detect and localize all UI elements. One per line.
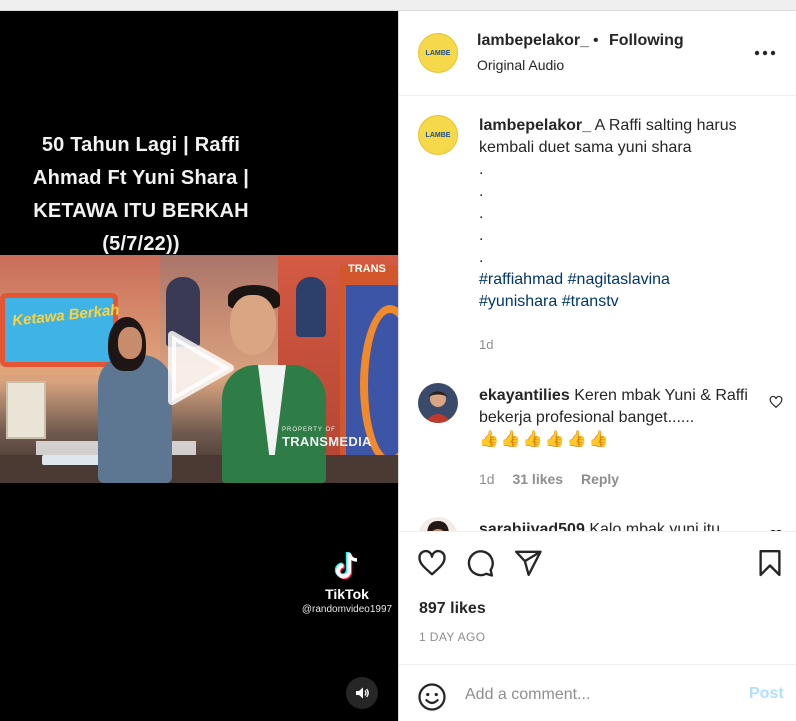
scene-background-person (296, 277, 326, 337)
more-options-icon[interactable] (753, 47, 777, 59)
avatar-text: LAMBE (425, 49, 451, 57)
caption-dot: . (479, 227, 484, 244)
video-title-line: KETAWA ITU BERKAH (33, 200, 249, 222)
scene-watermark: PROPERTY OF TRANSMEDIA (282, 427, 372, 449)
caption-hashtags[interactable]: #raffiahmad #nagitaslavina (479, 269, 769, 291)
comment-username[interactable]: sarahjiyad509 (479, 521, 585, 531)
tiktok-label: TikTok (325, 586, 369, 602)
video-title-overlay: 50 Tahun Lagi | Raffi Ahmad Ft Yuni Shar… (0, 129, 282, 261)
avatar[interactable] (418, 383, 458, 423)
following-button[interactable]: Following (609, 32, 684, 50)
comment-text: Kalo mbak yuni itu (589, 521, 721, 531)
add-comment-bar: Post (399, 664, 796, 721)
likes-count[interactable]: 897 likes (419, 600, 486, 618)
comment-text-block: sarahjiyad509 Kalo mbak yuni itu (479, 519, 749, 531)
caption-hashtags[interactable]: #yunishara #transtv (479, 291, 769, 313)
caption-dot: . (479, 205, 484, 222)
caption-timestamp: 1d (479, 337, 494, 352)
speaker-icon[interactable] (346, 677, 378, 709)
scene-channel-logo: TRANS (348, 263, 386, 275)
comment-username[interactable]: ekayantilies (479, 387, 570, 404)
comment-input[interactable] (465, 679, 735, 711)
play-icon[interactable] (166, 329, 236, 407)
bookmark-icon[interactable] (755, 548, 785, 578)
caption-dot: . (479, 183, 484, 200)
avatar[interactable]: LAMBE (418, 115, 458, 155)
header-separator: • (593, 32, 599, 49)
heart-icon[interactable] (417, 548, 447, 578)
post-header: LAMBE lambepelakor_ • Following Original… (399, 11, 796, 96)
scene-woman-face (118, 327, 142, 359)
avatar[interactable]: LAMBE (418, 33, 458, 73)
comment-icon[interactable] (465, 548, 495, 578)
comments-scroll-area[interactable]: LAMBE lambepelakor_ A Raffi salting haru… (399, 97, 796, 531)
heart-icon[interactable] (769, 395, 783, 409)
tiktok-logo-icon (334, 552, 358, 580)
caption-dots: . . . . . (479, 159, 769, 269)
avatar[interactable] (418, 517, 458, 531)
original-audio-link[interactable]: Original Audio (477, 57, 564, 73)
share-icon[interactable] (513, 548, 543, 578)
video-player[interactable]: 50 Tahun Lagi | Raffi Ahmad Ft Yuni Shar… (0, 11, 398, 721)
comment-timestamp: 1d (479, 471, 495, 487)
reply-button[interactable]: Reply (581, 471, 619, 487)
tiktok-username: @randomvideo1997 (301, 604, 393, 615)
post-details-panel: LAMBE lambepelakor_ • Following Original… (398, 11, 796, 721)
scene-woman (98, 355, 172, 483)
comment-emoji: 👍👍👍👍👍👍 (479, 431, 611, 448)
video-title-line: 50 Tahun Lagi | Raffi (41, 134, 241, 156)
comment-likes[interactable]: 31 likes (512, 471, 563, 487)
caption-dot: . (479, 249, 484, 266)
video-title-line: Ahmad Ft Yuni Shara | (32, 167, 250, 189)
caption-username[interactable]: lambepelakor_ (479, 117, 591, 134)
post-button[interactable]: Post (749, 685, 784, 703)
scene-ticker (42, 455, 100, 465)
avatar-text: LAMBE (425, 131, 451, 139)
post-actions: 897 likes 1 DAY AGO Post (399, 531, 796, 721)
scene-man-face (230, 295, 276, 355)
browser-top-edge (0, 0, 796, 11)
scene-watermark-text: TRANSMEDIA (282, 434, 372, 449)
caption-dot: . (479, 161, 484, 178)
instagram-post-window: 50 Tahun Lagi | Raffi Ahmad Ft Yuni Shar… (0, 0, 796, 721)
post-age: 1 DAY AGO (419, 630, 486, 644)
comment-meta: 1d 31 likes Reply (479, 471, 633, 487)
emoji-picker-icon[interactable] (417, 682, 447, 712)
scene-poster (6, 381, 46, 439)
caption-text-block: lambepelakor_ A Raffi salting harus kemb… (479, 115, 769, 313)
scene-watermark-small: PROPERTY OF (282, 427, 336, 433)
comment-text-block: ekayantilies Keren mbak Yuni & Raffi bek… (479, 385, 749, 451)
header-username[interactable]: lambepelakor_ (477, 32, 589, 50)
tiktok-watermark: TikTok @randomvideo1997 (296, 551, 398, 615)
